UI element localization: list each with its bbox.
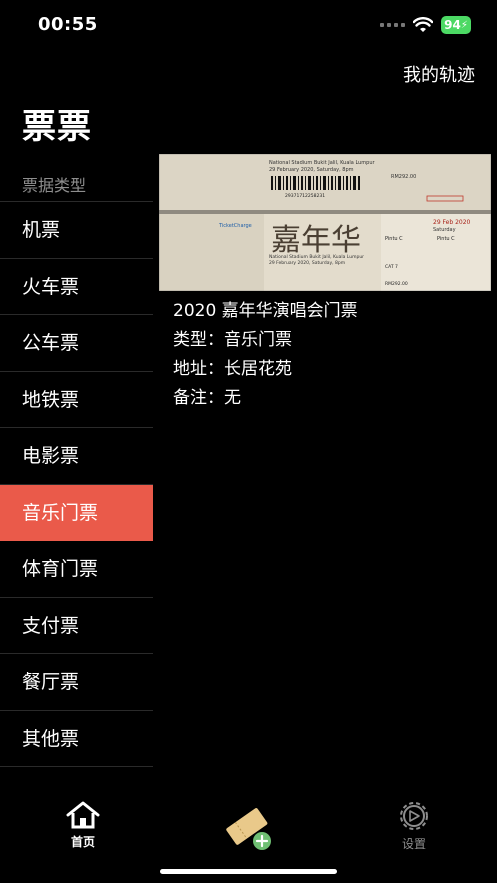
ticket-photo[interactable]: National Stadium Bukit Jalil, Kuala Lump… (159, 154, 491, 291)
sidebar-item-train[interactable]: 火车票 (0, 259, 153, 315)
home-icon (66, 801, 100, 829)
upper-venue-text: National Stadium Bukit Jalil, Kuala Lump… (269, 160, 376, 166)
sidebar-item-restaurant[interactable]: 餐厅票 (0, 654, 153, 711)
wifi-icon (413, 17, 433, 32)
status-icons: 94 ⚡ (380, 16, 471, 34)
sidebar-heading: 票据类型 (0, 170, 153, 202)
ticket-type: 类型：音乐门票 (173, 330, 292, 350)
settings-gear-icon (400, 802, 428, 830)
ticket-type-sidebar: 票据类型 机票 火车票 公车票 地铁票 电影票 音乐门票 体育门票 支付票 餐厅… (0, 170, 153, 767)
lower-venue-text: National Stadium Bukit Jalil, Kuala Lump… (269, 254, 364, 260)
side-date: 29 Feb 2020 (433, 219, 471, 226)
status-time: 00:55 (38, 14, 98, 35)
sidebar-item-movie[interactable]: 电影票 (0, 428, 153, 485)
brand-text: TicketCharge (218, 223, 252, 229)
tab-bar: 首页 设置 (0, 795, 497, 883)
tab-settings-label: 设置 (401, 837, 426, 851)
home-indicator[interactable] (160, 869, 337, 874)
sidebar-item-music[interactable]: 音乐门票 (0, 484, 153, 541)
ticket-info: 2020 嘉年华演唱会门票 类型：音乐门票 地址：长居花苑 备注：无 (159, 291, 491, 413)
lower-price: RM292.00 (385, 281, 408, 287)
battery-level: 94 (444, 18, 461, 32)
cellular-signal-icon (380, 23, 405, 27)
ticket-note: 备注：无 (173, 388, 241, 408)
upper-date-text: 29 February 2020, Saturday, 8pm (269, 167, 354, 173)
zone-left: Pintu C (385, 236, 403, 242)
tab-settings[interactable]: 设置 (374, 801, 454, 852)
add-ticket-button[interactable] (222, 803, 276, 851)
ticket-address: 地址：长居花苑 (173, 359, 292, 379)
sidebar-item-bus[interactable]: 公车票 (0, 315, 153, 372)
sidebar-item-payment[interactable]: 支付票 (0, 598, 153, 654)
sidebar-item-metro[interactable]: 地铁票 (0, 372, 153, 428)
upper-price: RM292.00 (391, 174, 416, 180)
status-bar: 00:55 94 ⚡ (0, 0, 497, 50)
zone-right: Pintu C (437, 236, 455, 242)
tab-home[interactable]: 首页 (43, 801, 123, 850)
lower-date-text: 29 February 2020, Saturday, 8pm (269, 260, 345, 266)
tab-home-label: 首页 (70, 835, 95, 849)
battery-icon: 94 ⚡ (441, 16, 471, 34)
sidebar-item-flight[interactable]: 机票 (0, 202, 153, 259)
page-title: 票票 (22, 107, 92, 147)
sidebar-item-other[interactable]: 其他票 (0, 711, 153, 767)
cat-text: CAT 7 (385, 264, 398, 270)
ticket-headline: 嘉年华 (271, 223, 361, 258)
barcode-number: 29371712258231 (285, 193, 325, 199)
my-track-link[interactable]: 我的轨迹 (403, 61, 475, 87)
side-day: Saturday (433, 227, 456, 233)
ticket-card[interactable]: National Stadium Bukit Jalil, Kuala Lump… (159, 154, 491, 413)
sidebar-item-sports[interactable]: 体育门票 (0, 541, 153, 598)
ticket-title: 2020 嘉年华演唱会门票 (173, 301, 358, 321)
